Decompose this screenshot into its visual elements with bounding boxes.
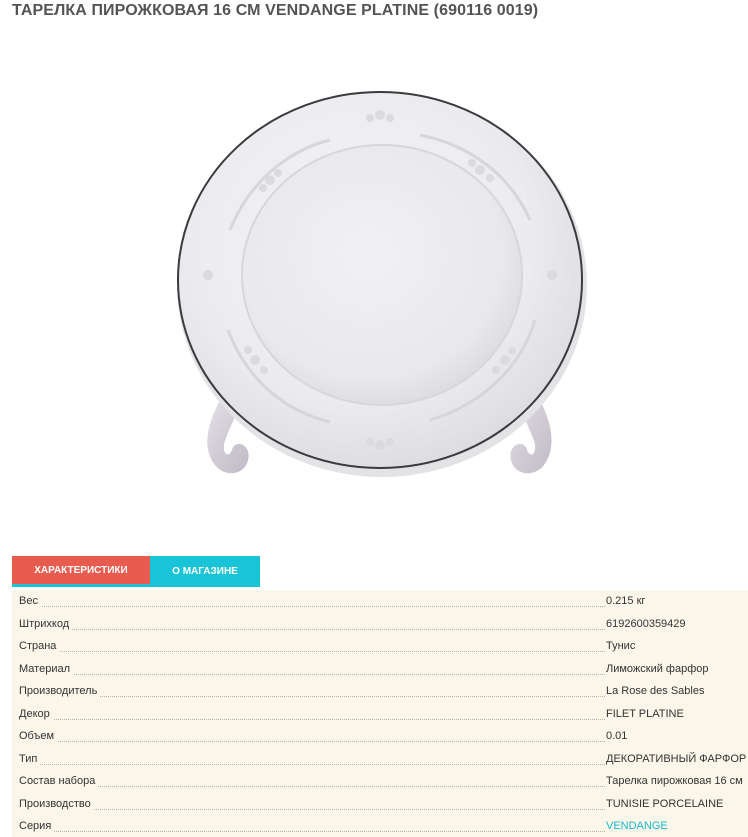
tab-bar: ХАРАКТЕРИСТИКИ О МАГАЗИНЕ [12,556,260,587]
spec-row-manufacturer: Производитель La Rose des Sables [12,680,748,702]
specs-table: Вес 0.215 кг Штрихкод 6192600359429 Стра… [12,590,748,837]
plate-illustration [177,91,587,477]
spec-value: 0.215 кг [606,595,646,607]
product-image[interactable] [160,60,600,500]
spec-label: Производитель [19,685,101,697]
spec-row-material: Материал Лиможский фарфор [12,658,748,680]
product-page: ТАРЕЛКА ПИРОЖКОВАЯ 16 СМ VENDANGE PLATIN… [0,0,748,837]
tab-about-store[interactable]: О МАГАЗИНЕ [150,556,260,587]
spec-value: 6192600359429 [606,617,686,630]
spec-value: ДЕКОРАТИВНЫЙ ФАРФОР [606,752,747,765]
spec-label: Штрихкод [19,617,73,630]
spec-label: Тип [19,752,41,765]
dotted-leader [19,763,605,765]
spec-row-production: Производство TUNISIE PORCELAINE [12,793,748,815]
spec-label: Вес [19,595,41,607]
spec-label: Серия [19,820,55,832]
spec-value: Тарелка пирожковая 16 см [606,775,743,787]
spec-value: 0.01 [606,730,628,742]
spec-label: Материал [19,662,73,675]
spec-row-weight: Вес 0.215 кг [12,590,748,612]
spec-label: Производство [19,797,94,810]
spec-label: Декор [19,707,53,720]
dotted-leader [19,673,605,675]
product-title: ТАРЕЛКА ПИРОЖКОВАЯ 16 СМ VENDANGE PLATIN… [12,2,539,19]
spec-value: Лиможский фарфор [606,662,709,675]
spec-value: TUNISIE PORCELAINE [606,797,724,810]
spec-label: Страна [19,640,60,652]
spec-value: La Rose des Sables [606,685,705,697]
series-link[interactable]: VENDANGE [606,820,668,832]
spec-row-type: Тип ДЕКОРАТИВНЫЙ ФАРФОР [12,748,748,770]
dotted-leader [19,696,605,697]
spec-row-volume: Объем 0.01 [12,725,748,747]
dotted-leader [19,786,605,787]
spec-value: FILET PLATINE [606,707,684,720]
dotted-leader [19,831,605,832]
spec-row-country: Страна Тунис [12,635,748,657]
spec-row-set-contents: Состав набора Тарелка пирожковая 16 см [12,770,748,792]
spec-label: Состав набора [19,775,99,787]
spec-label: Объем [19,730,58,742]
dotted-leader [19,718,605,720]
dotted-leader [19,808,605,810]
tab-characteristics[interactable]: ХАРАКТЕРИСТИКИ [12,556,150,587]
dotted-leader [19,651,605,652]
dotted-leader [19,606,605,607]
dotted-leader [19,741,605,742]
spec-row-series: Серия VENDANGE [12,815,748,837]
spec-row-barcode: Штрихкод 6192600359429 [12,613,748,635]
spec-row-decor: Декор FILET PLATINE [12,703,748,725]
spec-value: Тунис [606,640,636,652]
dotted-leader [19,628,605,630]
